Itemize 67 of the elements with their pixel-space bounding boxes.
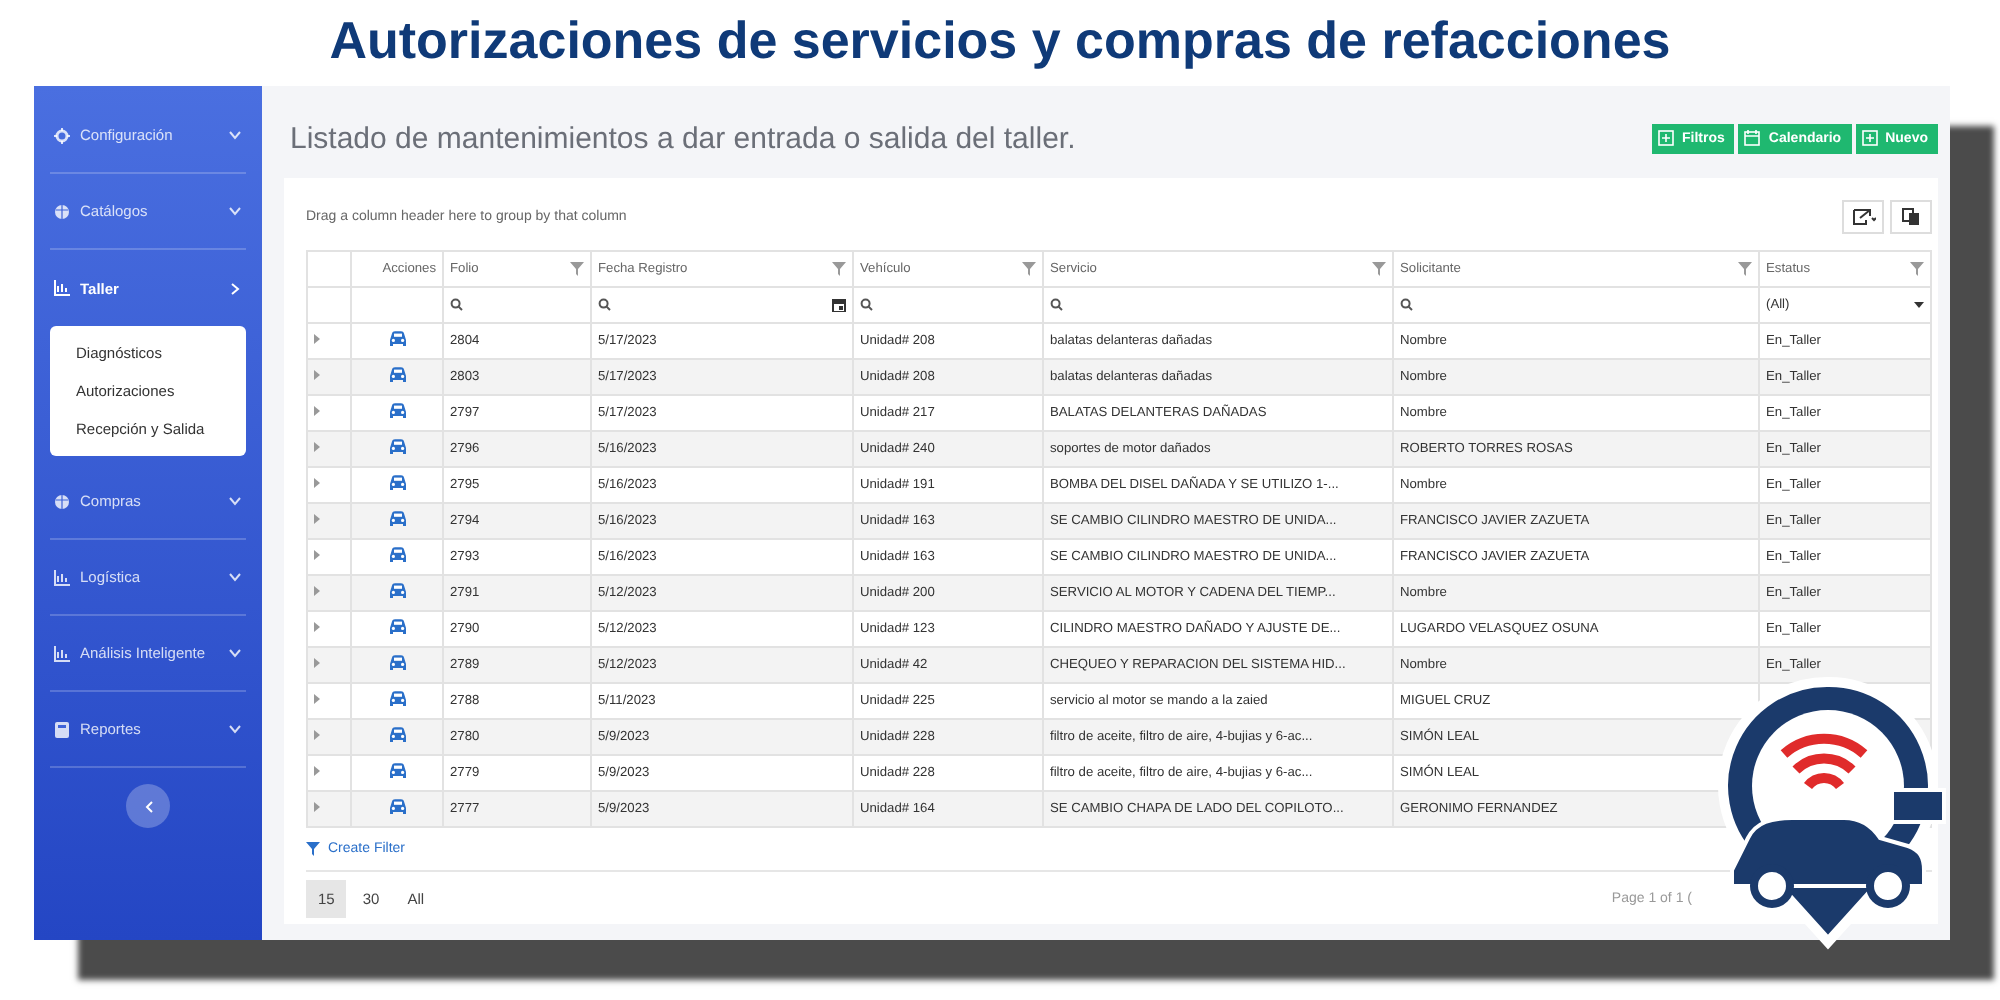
calendar-icon — [1744, 130, 1761, 146]
column-chooser-button[interactable] — [1890, 200, 1932, 234]
expand-icon — [314, 694, 320, 704]
search-icon — [1400, 298, 1414, 312]
expand-icon — [314, 478, 320, 488]
expand-icon — [314, 406, 320, 416]
expand-icon — [314, 586, 320, 596]
expand-icon — [314, 622, 320, 632]
car-icon[interactable] — [387, 546, 407, 564]
expand-icon — [314, 550, 320, 560]
chevron-down-icon — [228, 646, 242, 660]
car-icon[interactable] — [387, 762, 407, 780]
plus-icon — [1658, 130, 1675, 146]
plus-icon — [1861, 130, 1878, 146]
chevron-down-icon — [228, 570, 242, 584]
search-icon — [1050, 298, 1064, 312]
car-icon[interactable] — [387, 690, 407, 708]
calculator-icon — [54, 721, 70, 737]
filter-field[interactable] — [598, 298, 846, 312]
car-icon[interactable] — [387, 402, 407, 420]
filter-icon — [306, 842, 320, 856]
expand-icon — [314, 766, 320, 776]
filter-icon — [832, 262, 846, 276]
car-icon[interactable] — [387, 582, 407, 600]
gear-icon — [54, 127, 70, 143]
globe-icon — [54, 493, 70, 509]
search-icon — [598, 298, 612, 312]
car-icon[interactable] — [387, 366, 407, 384]
expand-icon — [314, 370, 320, 380]
globe-icon — [54, 203, 70, 219]
export-icon — [1851, 208, 1875, 226]
caret-icon — [1914, 302, 1924, 308]
filter-icon — [1372, 262, 1386, 276]
car-icon[interactable] — [387, 798, 407, 816]
car-icon[interactable] — [387, 330, 407, 348]
banner-title: Autorizaciones de servicios y compras de refacciones — [329, 9, 1671, 71]
car-icon[interactable] — [387, 438, 407, 456]
chart-icon — [54, 645, 70, 661]
chevron-down-icon — [228, 722, 242, 736]
chevron-down-icon — [228, 494, 242, 508]
export-button[interactable] — [1842, 200, 1884, 234]
expand-icon — [314, 442, 320, 452]
car-icon[interactable] — [387, 618, 407, 636]
car-icon[interactable] — [387, 510, 407, 528]
search-icon — [450, 298, 464, 312]
car-icon[interactable] — [387, 654, 407, 672]
chevron-down-icon — [228, 204, 242, 218]
chart-icon — [54, 569, 70, 585]
chevron-right-icon — [228, 281, 242, 295]
search-icon — [860, 298, 874, 312]
calendar-icon — [832, 298, 846, 312]
expand-icon — [314, 514, 320, 524]
expand-icon — [314, 802, 320, 812]
filter-icon — [1738, 262, 1752, 276]
car-icon[interactable] — [387, 474, 407, 492]
chevron-left-icon — [143, 799, 153, 813]
expand-icon — [314, 334, 320, 344]
filter-icon — [570, 262, 584, 276]
car-icon[interactable] — [387, 726, 407, 744]
expand-icon — [314, 658, 320, 668]
chevron-down-icon — [228, 128, 242, 142]
filter-icon — [1022, 262, 1036, 276]
chart-icon — [54, 280, 70, 296]
copy-icon — [1902, 208, 1920, 226]
filter-icon — [1910, 262, 1924, 276]
expand-icon — [314, 730, 320, 740]
page-title: Listado de mantenimientos a dar entrada o salida del taller. — [290, 121, 1076, 155]
